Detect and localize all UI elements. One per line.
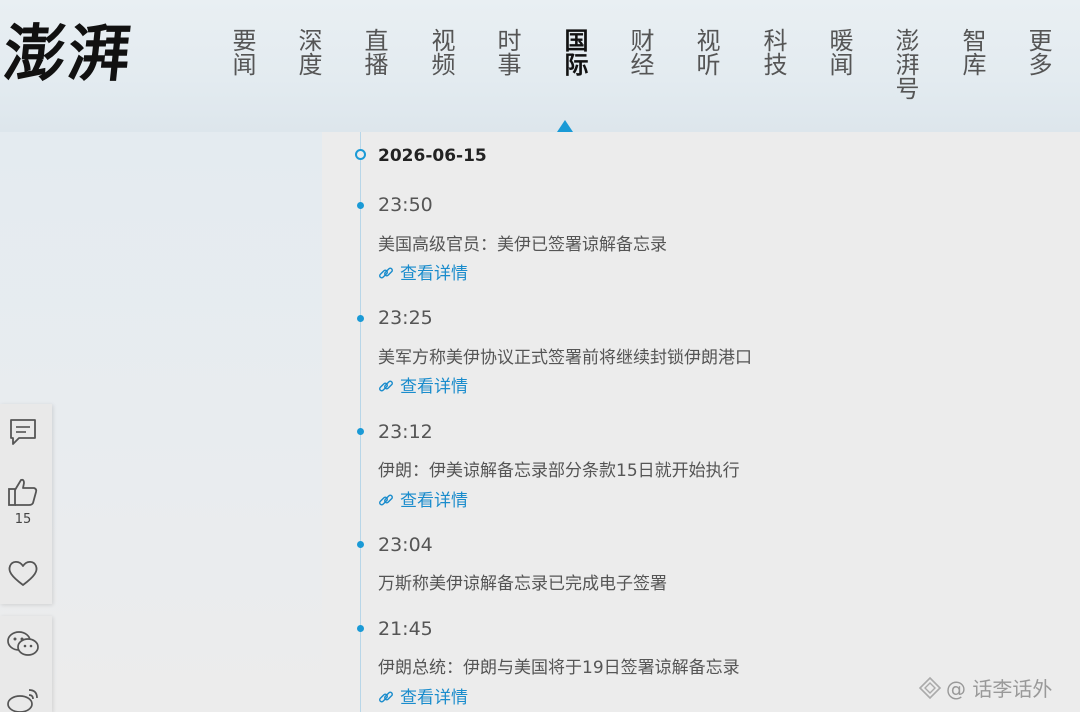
nav-item-zhiku[interactable]: 智库	[940, 28, 986, 76]
timeline-dot	[357, 315, 364, 322]
view-details-link[interactable]: 查看详情	[378, 259, 468, 284]
timeline-time: 23:12	[378, 421, 433, 443]
timeline-time: 23:25	[378, 307, 433, 329]
nav-item-nuanwen[interactable]: 暖闻	[807, 28, 853, 76]
site-logo[interactable]: 澎湃	[0, 14, 136, 94]
timeline-date-marker	[355, 149, 366, 160]
view-details-label: 查看详情	[400, 377, 468, 397]
nav-item-gengduo[interactable]: 更多	[1006, 28, 1052, 76]
nav-item-zhibo[interactable]: 直播	[342, 28, 388, 76]
timeline-headline[interactable]: 伊朗总统：伊朗与美国将于19日签署谅解备忘录	[378, 653, 740, 678]
favorite-button[interactable]	[0, 558, 46, 588]
view-details-label: 查看详情	[400, 264, 468, 284]
view-details-link[interactable]: 查看详情	[378, 486, 468, 511]
nav-item-pengpaihao[interactable]: 澎湃号	[873, 28, 919, 100]
view-details-link[interactable]: 查看详情	[378, 683, 468, 708]
heart-icon	[8, 560, 38, 586]
nav-item-yaowen[interactable]: 要闻	[210, 28, 256, 76]
wechat-icon	[7, 631, 39, 656]
nav-item-shendu[interactable]: 深度	[276, 28, 322, 76]
watermark: @ 话李话外	[918, 673, 1052, 702]
timeline-time: 23:50	[378, 194, 433, 216]
like-button[interactable]: 15	[0, 476, 46, 527]
share-toolbar: 15	[0, 404, 52, 604]
thumbs-up-icon	[8, 478, 38, 506]
timeline-dot	[357, 428, 364, 435]
timeline-time: 23:04	[378, 534, 433, 556]
nav-item-shipin[interactable]: 视频	[409, 28, 455, 76]
timeline-headline[interactable]: 伊朗：伊美谅解备忘录部分条款15日就开始执行	[378, 456, 740, 481]
link-icon	[379, 494, 393, 506]
timeline-headline[interactable]: 美国高级官员：美伊已签署谅解备忘录	[378, 230, 667, 255]
link-icon	[379, 267, 393, 279]
comment-icon	[10, 419, 36, 445]
timeline-time: 21:45	[378, 618, 433, 640]
view-details-label: 查看详情	[400, 491, 468, 511]
site-header: 澎湃 要闻 深度 直播 视频 时事 国际 财经 视听 科技 暖闻 澎湃号 智库 …	[0, 0, 1080, 132]
wechat-share-button[interactable]	[0, 628, 46, 660]
social-share-toolbar	[0, 616, 52, 712]
weibo-share-button[interactable]	[0, 686, 46, 712]
watermark-text: @ 话李话外	[946, 677, 1053, 701]
timeline-dot	[357, 202, 364, 209]
timeline-headline[interactable]: 美军方称美伊协议正式签署前将继续封锁伊朗港口	[378, 343, 752, 368]
timeline-dot	[357, 625, 364, 632]
timeline-dot	[357, 541, 364, 548]
view-details-link[interactable]: 查看详情	[378, 372, 468, 397]
nav-item-shishi[interactable]: 时事	[475, 28, 521, 76]
comment-button[interactable]	[0, 416, 46, 448]
timeline-date: 2026-06-15	[378, 146, 487, 166]
view-details-label: 查看详情	[400, 688, 468, 708]
news-timeline: 2026-06-15 23:50 美国高级官员：美伊已签署谅解备忘录 查看详情 …	[322, 132, 1080, 712]
active-nav-indicator	[557, 120, 573, 132]
nav-item-caijing[interactable]: 财经	[608, 28, 654, 76]
watermark-logo-icon	[918, 676, 942, 700]
nav-item-keji[interactable]: 科技	[741, 28, 787, 76]
nav-item-guoji[interactable]: 国际	[542, 28, 588, 76]
weibo-icon	[7, 689, 38, 712]
like-count: 15	[14, 512, 32, 527]
nav-item-shiting[interactable]: 视听	[674, 28, 720, 76]
link-icon	[379, 380, 393, 392]
link-icon	[379, 691, 393, 703]
timeline-headline[interactable]: 万斯称美伊谅解备忘录已完成电子签署	[378, 569, 667, 594]
